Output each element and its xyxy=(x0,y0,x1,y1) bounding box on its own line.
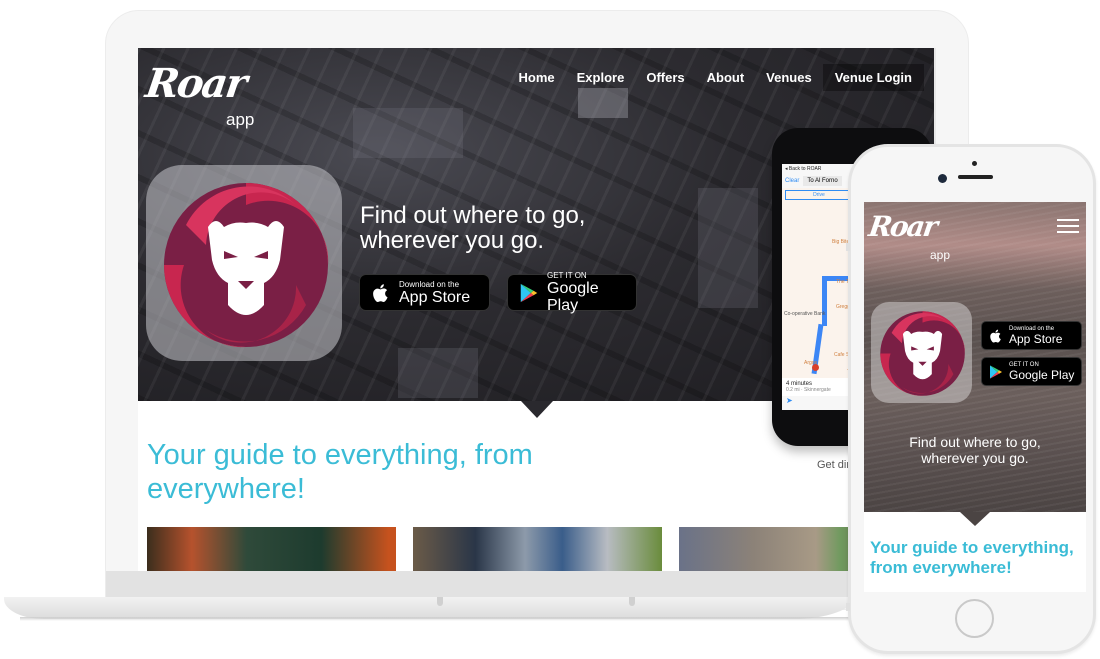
mobile-hero-headline-line1: Find out where to go, xyxy=(909,434,1041,450)
nav-about[interactable]: About xyxy=(696,64,756,91)
lion-logo-icon xyxy=(164,183,329,348)
nav-venues[interactable]: Venues xyxy=(755,64,823,91)
building-shape xyxy=(578,88,628,118)
mobile-section-heading: Your guide to everything, from everywher… xyxy=(870,538,1074,577)
mobile-logo-sub: app xyxy=(930,248,951,262)
building-shape xyxy=(353,108,463,158)
mobile-app-icon xyxy=(871,302,972,403)
mobile-website: Roar app Download on the App Store GET I… xyxy=(864,202,1086,592)
nav-explore[interactable]: Explore xyxy=(566,64,636,91)
logo-sub: app xyxy=(226,110,255,129)
hero-headline-line2: wherever you go. xyxy=(360,227,545,254)
destination-field[interactable]: To Al Forno xyxy=(803,176,842,186)
hamburger-menu-icon[interactable] xyxy=(1057,219,1079,235)
mobile-app-store-big: App Store xyxy=(1009,331,1063,346)
get-directions-caption: Get dir xyxy=(817,459,851,471)
home-button[interactable] xyxy=(955,599,994,638)
hero-headline: Find out where to go, wherever you go. xyxy=(360,203,585,253)
sensor-dot xyxy=(972,161,977,166)
mobile-hero-headline: Find out where to go, wherever you go. xyxy=(864,434,1086,466)
logo-script: Roar xyxy=(142,60,249,107)
google-play-icon xyxy=(990,364,1002,379)
app-store-small: Download on the xyxy=(399,279,460,289)
lion-logo-icon xyxy=(880,311,965,396)
building-shape xyxy=(698,188,758,308)
google-play-small: GET IT ON xyxy=(547,271,587,280)
front-camera-icon xyxy=(938,174,947,183)
volume-button xyxy=(846,243,850,251)
avenue-photo[interactable] xyxy=(413,527,662,571)
app-store-big: App Store xyxy=(399,288,471,306)
mobile-logo-script: Roar xyxy=(866,210,939,243)
app-icon xyxy=(146,165,342,361)
apple-icon xyxy=(990,329,1001,343)
mobile-phone-frame: Roar app Download on the App Store GET I… xyxy=(846,144,1096,654)
mode-drive[interactable]: Drive xyxy=(786,191,852,199)
city-street-photo[interactable] xyxy=(147,527,396,571)
map-place: Argos xyxy=(804,360,818,366)
laptop-hinge xyxy=(437,597,443,606)
mobile-app-store-button[interactable]: Download on the App Store xyxy=(981,321,1082,350)
mobile-hero-pointer xyxy=(960,512,990,526)
clear-button[interactable]: Clear xyxy=(785,178,799,184)
map-place: Co-operative Bank xyxy=(784,311,826,317)
speaker-grille xyxy=(958,175,993,179)
side-button xyxy=(846,603,850,611)
google-play-button[interactable]: GET IT ON Google Play xyxy=(507,271,637,314)
route-line xyxy=(822,276,827,326)
mobile-google-play-button[interactable]: GET IT ON Google Play xyxy=(981,357,1082,386)
hero-pointer xyxy=(521,401,553,418)
nav-venue-login[interactable]: Venue Login xyxy=(822,64,924,91)
nav-offers[interactable]: Offers xyxy=(635,64,695,91)
laptop-base xyxy=(4,597,854,619)
google-play-icon xyxy=(520,283,538,302)
building-shape xyxy=(398,348,478,398)
hero-headline-line1: Find out where to go, xyxy=(360,202,586,229)
laptop-shadow xyxy=(20,617,850,621)
section-heading: Your guide to everything, from everywher… xyxy=(147,439,533,505)
google-play-big: Google Play xyxy=(547,280,599,314)
mobile-roar-logo[interactable]: Roar app xyxy=(866,210,951,262)
nav-home[interactable]: Home xyxy=(508,64,566,91)
laptop-hinge xyxy=(629,597,635,606)
apple-icon xyxy=(373,283,388,302)
mobile-google-play-big: Google Play xyxy=(1009,367,1075,382)
app-store-button[interactable]: Download on the App Store xyxy=(359,274,490,311)
main-nav: Home Explore Offers About Venues Venue L… xyxy=(508,64,924,91)
roar-logo[interactable]: Roar app xyxy=(142,60,256,132)
mobile-hero-headline-line2: wherever you go. xyxy=(921,450,1029,466)
